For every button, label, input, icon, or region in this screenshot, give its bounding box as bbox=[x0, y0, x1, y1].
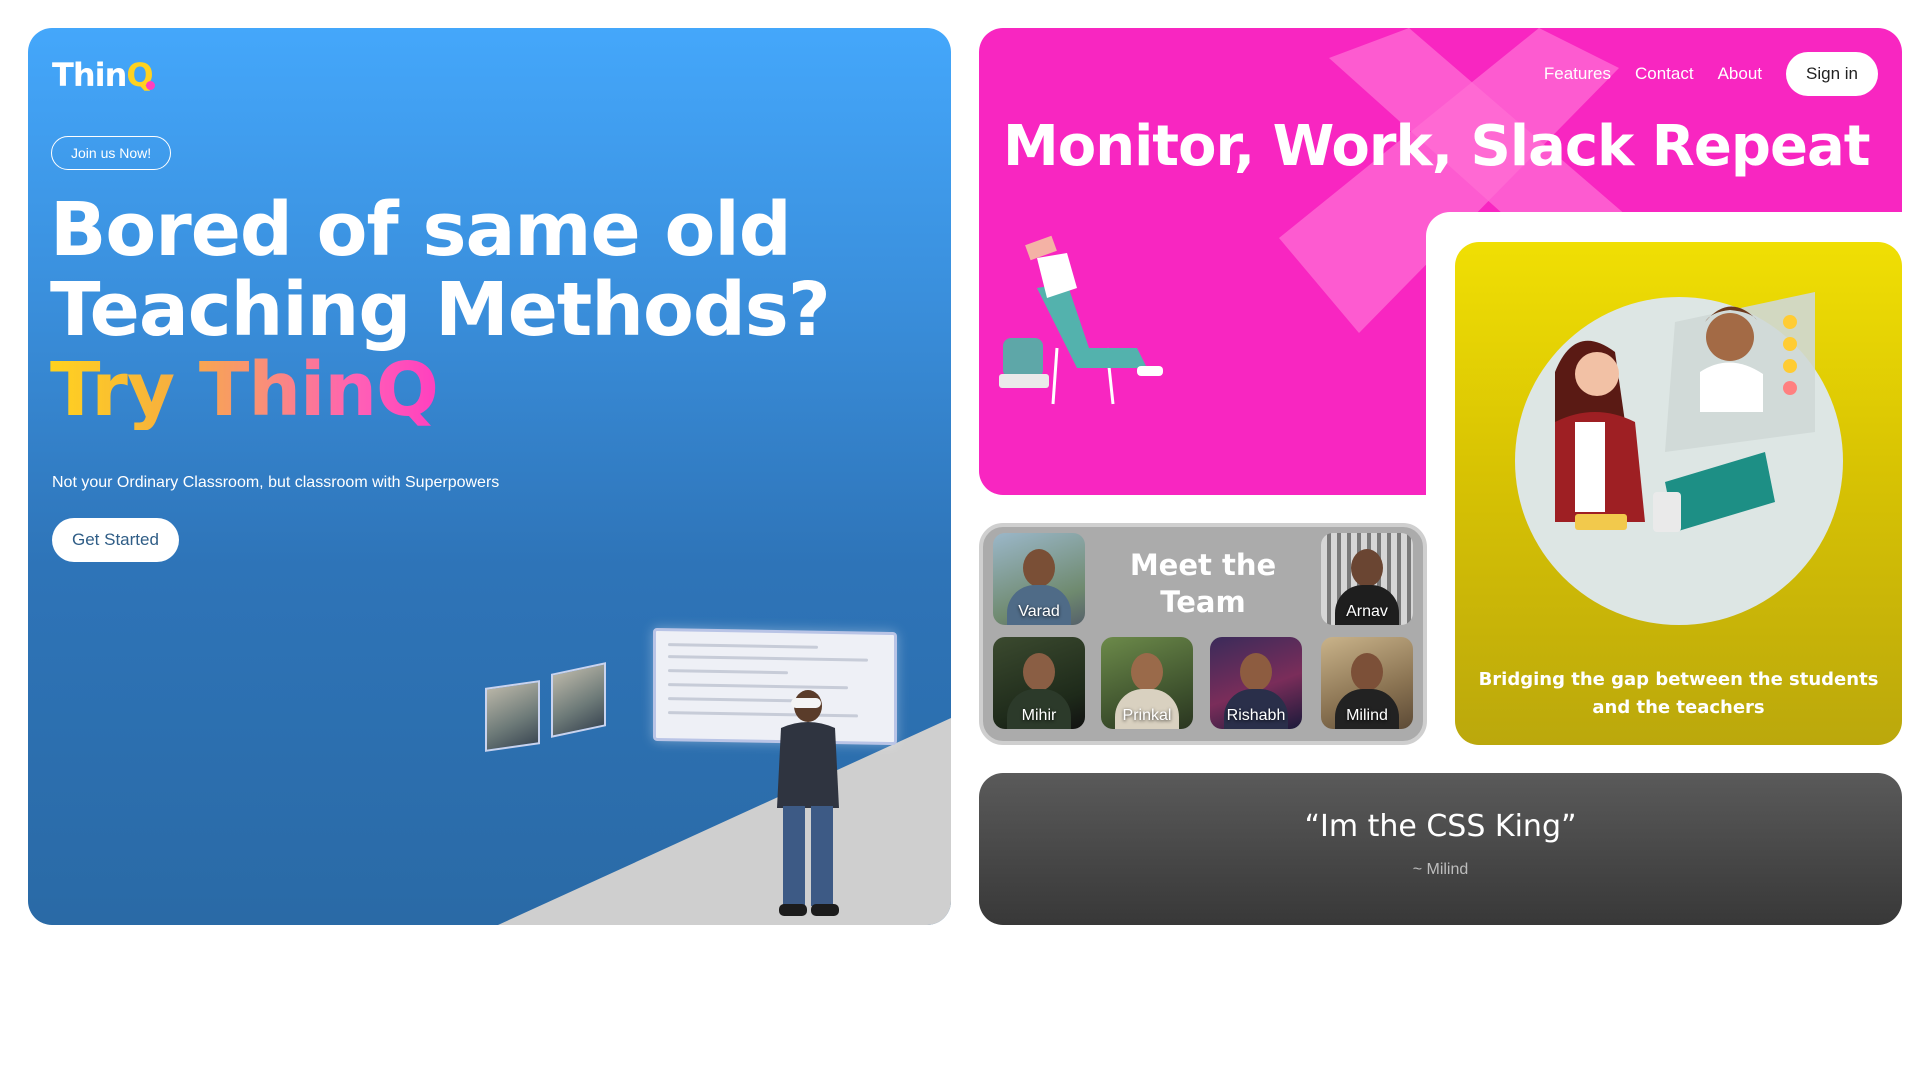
video-thumbnail-2 bbox=[551, 662, 606, 738]
teacher-student-illustration bbox=[1555, 292, 1815, 532]
team-card: Meet the Team Varad Arnav Mihir Prinkal … bbox=[979, 523, 1427, 745]
hero-title-line-1: Bored of same old bbox=[50, 187, 792, 273]
get-started-button[interactable]: Get Started bbox=[52, 518, 179, 562]
team-member-milind[interactable]: Milind bbox=[1321, 637, 1413, 729]
thinq-logo[interactable]: ThinQ bbox=[52, 56, 154, 94]
team-member-arnav[interactable]: Arnav bbox=[1321, 533, 1413, 625]
hero-card: ThinQ Join us Now! Bored of same old Tea… bbox=[28, 28, 951, 925]
quote-text: “Im the CSS King” bbox=[1304, 809, 1577, 844]
team-title: Meet the Team bbox=[1129, 548, 1277, 619]
member-name: Milind bbox=[1346, 707, 1388, 724]
team-member-mihir[interactable]: Mihir bbox=[993, 637, 1085, 729]
bridging-caption: Bridging the gap between the students an… bbox=[1478, 669, 1879, 718]
member-name: Prinkal bbox=[1122, 707, 1172, 724]
video-thumbnail-1 bbox=[485, 680, 540, 752]
hero-try-thinq: Try ThinQ bbox=[50, 347, 439, 433]
hero-title-line-2: Teaching Methods? bbox=[50, 267, 831, 353]
team-member-prinkal[interactable]: Prinkal bbox=[1101, 637, 1193, 729]
member-name: Varad bbox=[1018, 603, 1060, 620]
nav-about[interactable]: About bbox=[1718, 64, 1762, 84]
reading-student-figure bbox=[999, 235, 1163, 405]
hero-title: Bored of same old Teaching Methods? bbox=[50, 190, 930, 350]
monitor-title: Monitor, Work, Slack Repeat bbox=[1003, 114, 1871, 179]
team-member-rishabh[interactable]: Rishabh bbox=[1210, 637, 1302, 729]
nav-features[interactable]: Features bbox=[1544, 64, 1611, 84]
bridging-card: Bridging the gap between the students an… bbox=[1455, 242, 1902, 745]
sign-in-button[interactable]: Sign in bbox=[1786, 52, 1878, 96]
hero-subtitle: Not your Ordinary Classroom, but classro… bbox=[52, 474, 500, 491]
quote-card: “Im the CSS King” ~ Milind bbox=[979, 773, 1902, 925]
vr-user-figure bbox=[777, 690, 839, 916]
member-name: Rishabh bbox=[1226, 707, 1286, 724]
quote-author: ~ Milind bbox=[1412, 861, 1469, 878]
nav-contact[interactable]: Contact bbox=[1635, 64, 1694, 84]
member-name: Arnav bbox=[1346, 603, 1388, 620]
member-name: Mihir bbox=[1021, 707, 1057, 724]
team-member-varad[interactable]: Varad bbox=[993, 533, 1085, 625]
join-us-button[interactable]: Join us Now! bbox=[51, 136, 172, 170]
top-nav: Features Contact About Sign in bbox=[1544, 52, 1878, 96]
